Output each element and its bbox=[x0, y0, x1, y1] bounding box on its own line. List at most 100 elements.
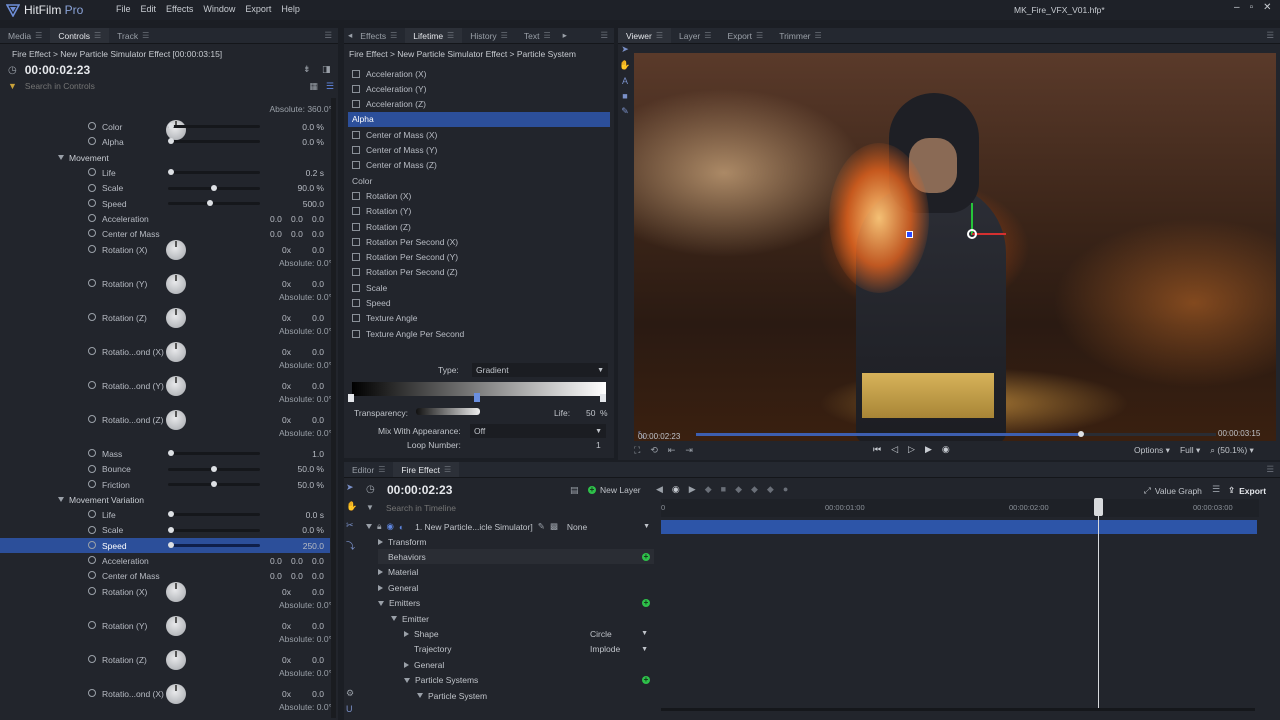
checkbox[interactable] bbox=[352, 268, 360, 277]
collapse-icon[interactable] bbox=[58, 497, 64, 502]
control-value[interactable]: 0.2 s bbox=[306, 168, 324, 178]
collapse-icon[interactable] bbox=[417, 693, 423, 698]
lifetime-item-speed[interactable]: Speed bbox=[348, 296, 610, 311]
panel-menu-icon[interactable]: ☰ bbox=[1266, 30, 1274, 41]
checkbox[interactable] bbox=[352, 146, 360, 154]
value-x[interactable]: 0.0 bbox=[270, 214, 282, 224]
slider-handle[interactable] bbox=[168, 450, 174, 456]
expand-icon[interactable] bbox=[378, 584, 383, 591]
control-row-life[interactable]: Life 0.0 s bbox=[0, 507, 330, 522]
keyframe-toggle-icon[interactable] bbox=[88, 571, 96, 579]
menu-window[interactable]: Window bbox=[203, 4, 235, 14]
gizmo-center-handle[interactable] bbox=[967, 229, 977, 239]
rotation-dial[interactable] bbox=[166, 274, 186, 294]
slider-handle[interactable] bbox=[168, 511, 174, 517]
value-y[interactable]: 0.0 bbox=[291, 571, 303, 581]
control-row-rotation-z-[interactable]: Rotation (Z) 0x 0.0 bbox=[0, 652, 330, 667]
keyframe-toggle-icon[interactable] bbox=[88, 587, 96, 595]
zoom-dropdown[interactable]: ⌕ (50.1%) ▾ bbox=[1210, 445, 1254, 456]
keyframe-toggle-icon[interactable] bbox=[88, 464, 96, 473]
gradient-stop-start[interactable] bbox=[348, 394, 354, 402]
slider-handle[interactable] bbox=[206, 200, 213, 206]
rotation-dial[interactable] bbox=[166, 582, 186, 602]
tree-item-value[interactable]: Implode bbox=[590, 644, 620, 654]
rotation-value[interactable]: 0.0 bbox=[312, 245, 324, 255]
rotation-turns[interactable]: 0x bbox=[282, 689, 291, 699]
rotation-dial[interactable] bbox=[166, 616, 186, 636]
slider-handle[interactable] bbox=[211, 481, 217, 487]
value-y[interactable]: 0.0 bbox=[291, 214, 303, 224]
keyframe-toggle-icon[interactable] bbox=[88, 279, 96, 287]
keyframe-toggle-icon[interactable] bbox=[88, 556, 96, 564]
rotation-turns[interactable]: 0x bbox=[282, 347, 291, 357]
add-icon[interactable]: + bbox=[642, 599, 650, 608]
set-out-icon[interactable]: ⇥ bbox=[685, 445, 693, 456]
keyframe-toggle-icon[interactable] bbox=[88, 525, 96, 534]
rotation-turns[interactable]: 0x bbox=[282, 587, 291, 597]
keyframe-toggle-icon[interactable] bbox=[88, 313, 96, 321]
keyframe-toggle-icon[interactable] bbox=[88, 245, 96, 253]
menu-effects[interactable]: Effects bbox=[166, 4, 193, 14]
hand-tool-icon[interactable]: ✋ bbox=[619, 60, 630, 71]
mask-tool-icon[interactable]: ■ bbox=[622, 91, 627, 101]
control-slider[interactable] bbox=[168, 200, 260, 206]
add-keyframe-icon[interactable]: ◉ bbox=[672, 484, 680, 495]
gizmo-x-axis[interactable] bbox=[972, 233, 1006, 235]
section-movement-variation[interactable]: Movement Variation bbox=[58, 492, 144, 507]
control-row-rotatio-ond-y-[interactable]: Rotatio...ond (Y) 0x 0.0 bbox=[0, 378, 330, 393]
control-slider[interactable] bbox=[168, 450, 260, 456]
mix-with-appearance-select[interactable]: Off ▼ bbox=[470, 424, 606, 438]
lifetime-item-acceleration-x-[interactable]: Acceleration (X) bbox=[348, 66, 610, 81]
keyframe-toggle-icon[interactable] bbox=[88, 655, 96, 663]
add-icon[interactable]: + bbox=[642, 676, 650, 685]
collapse-icon[interactable] bbox=[404, 677, 410, 683]
options-dropdown[interactable]: Options ▾ bbox=[1134, 445, 1170, 456]
checkbox[interactable] bbox=[352, 283, 360, 292]
control-slider[interactable] bbox=[168, 184, 260, 191]
emitter-handle[interactable] bbox=[906, 231, 913, 238]
slider-handle[interactable] bbox=[168, 542, 174, 548]
lifetime-item-center-of-mass-x-[interactable]: Center of Mass (X) bbox=[348, 127, 610, 142]
control-row-rotatio-ond-x-[interactable]: Rotatio...ond (X) 0x 0.0 bbox=[0, 686, 330, 701]
control-value[interactable]: 50.0 % bbox=[298, 480, 324, 490]
control-row-rotatio-ond-z-[interactable]: Rotatio...ond (Z) 0x 0.0 bbox=[0, 412, 330, 427]
checkbox[interactable] bbox=[352, 191, 360, 200]
tab-trimmer[interactable]: Trimmer ☰ bbox=[771, 28, 830, 43]
keyframe-toggle-icon[interactable] bbox=[88, 168, 96, 176]
keyframe-toggle-icon[interactable] bbox=[88, 510, 96, 518]
viewer-scrubber[interactable] bbox=[696, 431, 1216, 437]
rotation-dial[interactable] bbox=[166, 240, 186, 260]
tab-layer[interactable]: Layer ☰ bbox=[671, 28, 719, 43]
rotation-value[interactable]: 0.0 bbox=[312, 587, 324, 597]
checkbox[interactable] bbox=[352, 207, 360, 216]
checkbox[interactable] bbox=[352, 222, 360, 231]
control-row-friction[interactable]: Friction 50.0 % bbox=[0, 477, 330, 492]
control-value[interactable]: 250.0 bbox=[303, 541, 324, 551]
expand-icon[interactable] bbox=[404, 630, 409, 637]
tree-item-particle-systems[interactable]: Particle Systems + bbox=[404, 673, 654, 688]
value-y[interactable]: 0.0 bbox=[291, 229, 303, 239]
checkbox[interactable] bbox=[352, 130, 360, 139]
expand-icon[interactable] bbox=[378, 538, 383, 545]
skip-start-icon[interactable]: ⏮ bbox=[873, 444, 881, 455]
collapse-icon[interactable] bbox=[58, 155, 64, 160]
step-back-icon[interactable]: ◁ bbox=[891, 444, 898, 455]
gradient-stop-mid[interactable] bbox=[474, 393, 480, 402]
scrubber-handle[interactable] bbox=[1077, 431, 1084, 437]
viewer-canvas[interactable] bbox=[634, 53, 1276, 441]
tree-item-trajectory[interactable]: Trajectory Implode ▼ bbox=[404, 642, 654, 657]
collapse-icon[interactable] bbox=[378, 600, 384, 606]
control-slider[interactable] bbox=[168, 169, 260, 175]
control-row-rotation-y-[interactable]: Rotation (Y) 0x 0.0 bbox=[0, 618, 330, 633]
keyframe-toggle-icon[interactable] bbox=[88, 183, 96, 192]
menu-edit[interactable]: Edit bbox=[141, 4, 157, 14]
collapse-icon[interactable] bbox=[391, 616, 397, 621]
rotation-dial[interactable] bbox=[166, 342, 186, 362]
tree-item-emitter[interactable]: Emitter bbox=[391, 611, 654, 626]
menu-export[interactable]: Export bbox=[245, 4, 271, 14]
close-icon[interactable]: ✕ bbox=[1263, 2, 1271, 13]
rotation-value[interactable]: 0.0 bbox=[312, 313, 324, 323]
tab-export[interactable]: Export ☰ bbox=[719, 28, 771, 43]
loop-number-value[interactable]: 1 bbox=[596, 440, 601, 450]
rotation-value[interactable]: 0.0 bbox=[312, 689, 324, 699]
